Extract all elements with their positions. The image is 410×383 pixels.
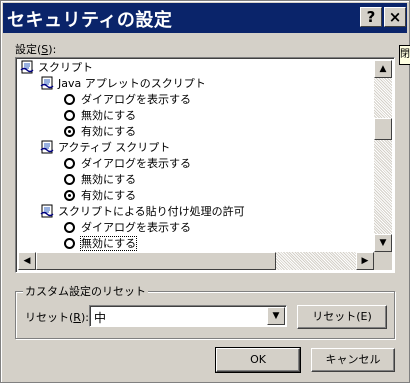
horizontal-scrollbar[interactable]: ◀ ▶: [18, 252, 374, 270]
tree-category[interactable]: スクリプトによる貼り付け処理の許可: [40, 204, 245, 220]
tree-item-label: 有効にする: [81, 189, 137, 202]
tree-option[interactable]: 無効にする: [64, 108, 136, 124]
tree-item-label: スクリプトによる貼り付け処理の許可: [58, 205, 245, 218]
tree-item-label: スクリプト: [38, 61, 93, 74]
horizontal-scroll-thumb[interactable]: [36, 252, 276, 270]
tree-item-label: 無効にする: [81, 173, 137, 186]
tree-option[interactable]: ダイアログを表示する: [64, 156, 191, 172]
scroll-up-button[interactable]: ▲: [374, 60, 392, 78]
script-icon: [40, 76, 54, 90]
scroll-left-button[interactable]: ◀: [18, 252, 36, 270]
vertical-scrollbar[interactable]: ▲ ▼: [374, 60, 392, 252]
chevron-down-icon[interactable]: ▼: [267, 307, 285, 325]
radio-unchecked-icon[interactable]: [64, 158, 75, 169]
reset-level-label: リセット(R):: [25, 311, 89, 324]
script-icon: [20, 60, 34, 74]
tree-option[interactable]: 有効にする: [64, 188, 136, 204]
tree-item-label: ダイアログを表示する: [81, 157, 191, 170]
radio-unchecked-icon[interactable]: [64, 238, 75, 249]
radio-unchecked-icon[interactable]: [64, 110, 75, 121]
script-icon: [40, 140, 54, 154]
reset-level-select[interactable]: 中 ▼: [89, 305, 287, 327]
reset-level-value: 中: [94, 311, 107, 325]
scroll-down-button[interactable]: ▼: [374, 234, 392, 252]
tree-category[interactable]: アクティブ スクリプト: [40, 140, 170, 156]
settings-list[interactable]: スクリプト Java アプレットのスクリプト ダイアログを表示する 無効にする 有効にす…: [15, 57, 395, 273]
ok-button[interactable]: OK: [215, 347, 301, 373]
tree-option[interactable]: 有効にする: [64, 124, 136, 140]
tree-item-label: 無効にする: [81, 109, 137, 122]
scroll-right-button[interactable]: ▶: [356, 252, 374, 270]
close-button[interactable]: ×: [384, 7, 406, 27]
tree-option[interactable]: ダイアログを表示する: [64, 92, 191, 108]
reset-button[interactable]: リセット(E): [297, 305, 387, 329]
tree-option[interactable]: 無効にする: [64, 236, 138, 252]
scroll-corner: [374, 252, 392, 270]
radio-unchecked-icon[interactable]: [64, 222, 75, 233]
radio-checked-icon[interactable]: [64, 190, 75, 201]
title-bar[interactable]: セキュリティの設定 ? ×: [3, 3, 407, 33]
radio-unchecked-icon[interactable]: [64, 94, 75, 105]
reset-group-title: カスタム設定のリセット: [23, 283, 148, 299]
tree-item-label: Java アプレットのスクリプト: [58, 77, 206, 90]
tree-item-label: アクティブ スクリプト: [58, 141, 171, 154]
radio-checked-icon[interactable]: [64, 126, 75, 137]
tree-option[interactable]: ダイアログを表示する: [64, 220, 191, 236]
radio-unchecked-icon[interactable]: [64, 174, 75, 185]
tree-option[interactable]: 無効にする: [64, 172, 136, 188]
cancel-button[interactable]: キャンセル: [311, 348, 395, 372]
settings-label: 設定(S):: [15, 43, 57, 56]
tree-item-label: ダイアログを表示する: [81, 221, 191, 234]
tree-item-label: 有効にする: [81, 125, 137, 138]
help-button[interactable]: ?: [360, 7, 382, 27]
window-title: セキュリティの設定: [7, 10, 173, 31]
settings-tree: スクリプト Java アプレットのスクリプト ダイアログを表示する 無効にする 有効にす…: [18, 60, 374, 252]
tree-item-label: 無効にする: [79, 236, 138, 251]
tree-category[interactable]: スクリプト: [20, 60, 93, 76]
script-icon: [40, 204, 54, 218]
tree-item-label: ダイアログを表示する: [81, 93, 191, 106]
security-settings-dialog: セキュリティの設定 ? × 閉 設定(S): スクリプト Java アプレットのス…: [0, 0, 410, 383]
side-tooltip: 閉: [399, 45, 410, 65]
vertical-scroll-thumb[interactable]: [374, 118, 392, 140]
tree-category[interactable]: Java アプレットのスクリプト: [40, 76, 206, 92]
